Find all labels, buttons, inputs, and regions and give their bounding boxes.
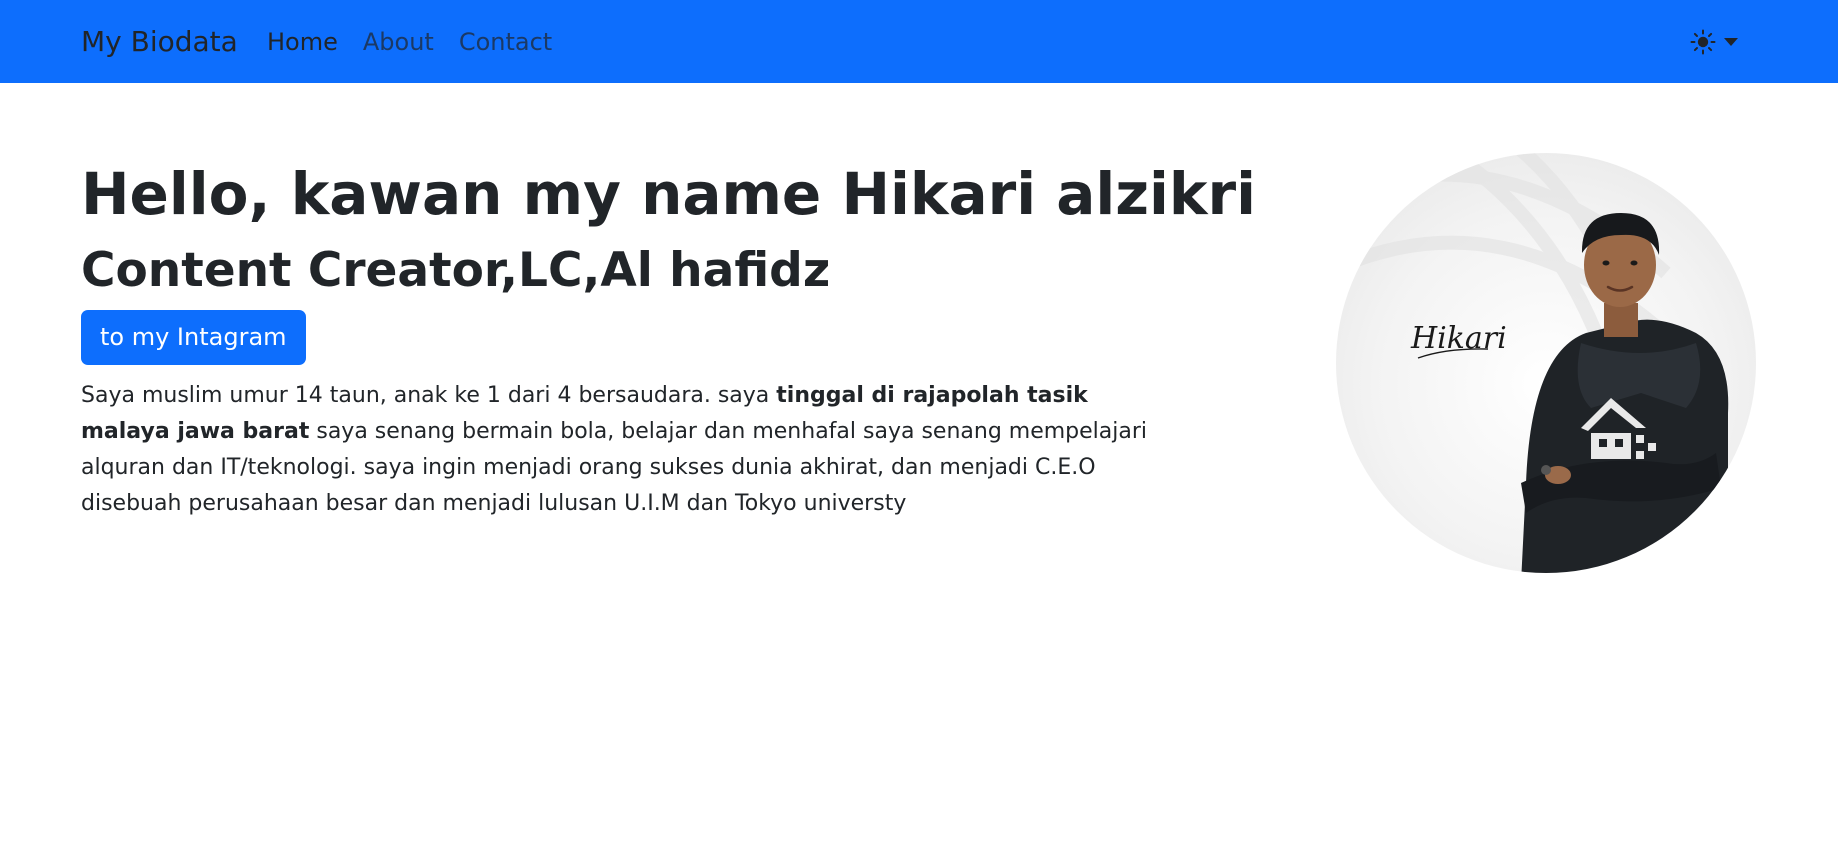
avatar-signature: Hikari bbox=[1410, 321, 1507, 356]
bio-text-start: Saya muslim umur 14 taun, anak ke 1 dari… bbox=[81, 383, 777, 408]
avatar-photo: Hikari bbox=[1336, 153, 1756, 573]
theme-toggle-dropdown[interactable] bbox=[1690, 24, 1738, 60]
avatar-illustration: Hikari bbox=[1336, 153, 1729, 573]
hero-title: Hello, kawan my name Hikari alzikri bbox=[81, 160, 1256, 228]
nav-link-contact[interactable]: Contact bbox=[459, 22, 552, 62]
navbar: My Biodata Home About Contact bbox=[0, 0, 1838, 83]
nav-link-home[interactable]: Home bbox=[267, 22, 338, 62]
bio-paragraph: Saya muslim umur 14 taun, anak ke 1 dari… bbox=[81, 378, 1181, 522]
brand-link[interactable]: My Biodata bbox=[81, 22, 238, 62]
nav-link-about[interactable]: About bbox=[363, 22, 434, 62]
instagram-button[interactable]: to my Intagram bbox=[81, 310, 306, 365]
nav-links: Home About Contact bbox=[267, 22, 552, 62]
hero-subtitle: Content Creator,LC,Al hafidz bbox=[81, 243, 831, 298]
caret-down-icon bbox=[1724, 38, 1738, 46]
sun-icon bbox=[1690, 29, 1716, 55]
